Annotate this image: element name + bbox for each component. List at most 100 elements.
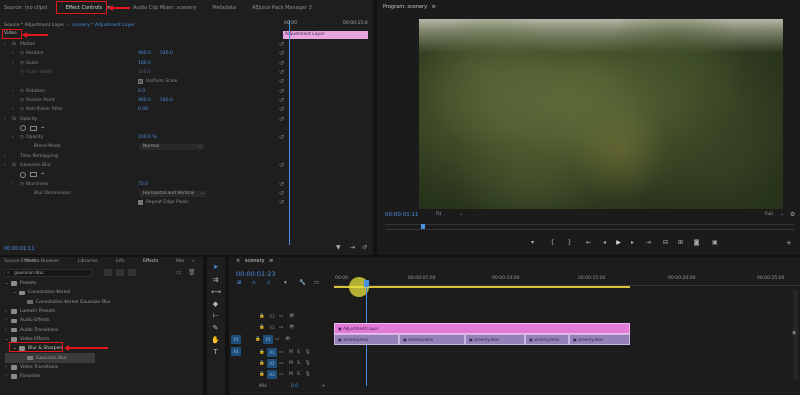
linked-selection-icon[interactable]: ⊃ [266, 280, 271, 286]
lock-icon[interactable]: 🔒 [255, 337, 263, 342]
tab-libraries[interactable]: Libraries [78, 259, 97, 264]
reset-icon[interactable]: ↺ [279, 106, 284, 113]
source-clip-label[interactable]: Source * Adjustment Layer [4, 23, 64, 28]
menu-icon[interactable]: ≡ [432, 4, 436, 10]
effects-search-input[interactable]: ⌕ gaussian blur [4, 269, 92, 277]
adjustment-layer-clip[interactable]: ▣ Adjustment Layer [334, 323, 630, 334]
microphone-icon[interactable]: 🎙 [305, 350, 311, 355]
lock-icon[interactable]: 🔒 [259, 350, 267, 355]
reset-icon[interactable]: ↺ [279, 199, 284, 206]
add-marker-icon[interactable]: ▾ [528, 239, 537, 246]
tree-item-audio-effects[interactable]: › Audio Effects [5, 316, 200, 325]
property-uniform-scale[interactable]: Uniform Scale ↺ [4, 77, 284, 86]
property-anti-flicker[interactable]: › ◷ Anti-flicker Filter 0.00 ↺ [4, 105, 284, 114]
sync-lock-icon[interactable]: ▭ [279, 314, 289, 319]
pen-mask-icon[interactable]: ✒ [41, 126, 45, 131]
selection-tool-icon[interactable]: ➤ [211, 263, 220, 272]
accelerated-effects-icon[interactable] [104, 269, 112, 276]
property-gaussian-blur[interactable]: › fx Gaussian Blur ↺ [4, 161, 284, 170]
timeline-timecode[interactable]: 00:00:01:23 [236, 270, 276, 278]
add-marker-icon[interactable]: ▾ [284, 280, 287, 286]
timeline-ruler[interactable] [333, 272, 800, 286]
sync-lock-icon[interactable]: ▭ [279, 325, 289, 330]
export-frame-icon[interactable]: ⇥ [350, 244, 355, 251]
blur-dimensions-dropdown[interactable]: Horizontal and Vertical ⌄ [140, 190, 206, 197]
close-icon[interactable]: × [236, 258, 240, 264]
property-motion[interactable]: › fx Motion ↺ [4, 40, 284, 49]
tab-markers[interactable]: Mar [176, 259, 185, 264]
full-quality-dropdown[interactable]: Full ⌄ [762, 212, 784, 218]
property-anchor-point[interactable]: ◷ Anchor Point 960.0 540.0 ↺ [4, 96, 284, 105]
export-frame-icon[interactable]: ◙ [692, 239, 701, 246]
reset-icon[interactable]: ↺ [279, 162, 284, 169]
property-rotation[interactable]: › ◷ Rotation 0.0 ↺ [4, 87, 284, 96]
tree-item-favorites[interactable]: › Favorites [5, 372, 200, 381]
video-clip-5[interactable]: ▣ scenery.mov [569, 334, 630, 345]
ellipse-mask-icon[interactable] [20, 125, 26, 132]
ripple-edit-icon[interactable]: ⟷ [211, 288, 221, 297]
repeat-edge-checkbox[interactable] [138, 200, 143, 206]
track-select-icon[interactable]: ⇉ [211, 276, 220, 285]
tree-item-convolution-kernel[interactable]: ⌄ Convolution Kernel [5, 288, 200, 297]
eye-icon[interactable]: 👁 [285, 337, 291, 342]
sync-lock-icon[interactable]: ▭ [279, 350, 289, 355]
mark-out-icon[interactable]: } [565, 239, 574, 246]
lock-icon[interactable]: 🔒 [259, 314, 267, 319]
ellipse-mask-icon[interactable] [20, 171, 26, 178]
filter-icon[interactable]: ▼ [336, 244, 341, 251]
reset-icon[interactable]: ↺ [279, 134, 284, 141]
comparison-view-icon[interactable]: ▣ [712, 239, 718, 246]
lock-icon[interactable]: 🔒 [259, 361, 267, 366]
go-to-out-icon[interactable]: ⇥ [644, 239, 653, 246]
tree-item-gaussian-blur[interactable]: Gaussian Blur [5, 353, 95, 363]
program-timecode[interactable]: 00:00:01:11 [385, 212, 419, 218]
tree-item-audio-transitions[interactable]: › Audio Transitions [5, 326, 200, 335]
tree-item-convolution-gaussian[interactable]: Convolution Kernel Gaussian Blur [5, 298, 200, 307]
property-scale[interactable]: › ◷ Scale 100.0 ↺ [4, 59, 284, 68]
property-opacity-group[interactable]: › fx Opacity ↺ [4, 114, 284, 123]
rectangle-mask-icon[interactable] [30, 125, 37, 131]
tab-info[interactable]: Info [116, 259, 125, 264]
razor-icon[interactable]: ◆ [211, 300, 220, 309]
property-time-remapping[interactable]: › Time Remapping [4, 152, 284, 161]
reset-icon[interactable]: ↺ [279, 97, 284, 104]
source-patch-a1[interactable]: A1 [231, 347, 241, 356]
go-to-in-icon[interactable]: ⇤ [584, 239, 593, 246]
sync-lock-icon[interactable]: ▭ [279, 361, 289, 366]
uniform-scale-checkbox[interactable] [138, 79, 143, 85]
video-clip-1[interactable]: ▣ scenery.mov [334, 334, 399, 345]
reset-icon[interactable]: ↺ [279, 60, 284, 67]
reset-icon[interactable]: ↺ [279, 181, 284, 188]
property-opacity[interactable]: › ◷ Opacity 100.0 % ↺ [4, 133, 284, 142]
extract-icon[interactable]: ⊞ [676, 239, 685, 246]
nest-icon[interactable]: ⊞ [237, 280, 242, 286]
snap-icon[interactable]: ∩ [252, 280, 256, 286]
reset-icon[interactable]: ↺ [279, 50, 284, 57]
lock-icon[interactable]: 🔒 [259, 325, 267, 330]
tab-aejuice[interactable]: AEJuice Pack Manager 3 [252, 5, 312, 11]
menu-icon[interactable]: ≡ [269, 258, 273, 264]
new-bin-icon[interactable]: ▭ [176, 269, 182, 276]
32bit-effects-icon[interactable] [116, 269, 124, 276]
property-repeat-edge-pixels[interactable]: Repeat Edge Pixels ↺ [4, 198, 284, 207]
ec-timecode[interactable]: 00:00:01:11 [4, 246, 35, 252]
captions-icon[interactable]: ▭ [314, 280, 319, 286]
yuv-effects-icon[interactable] [128, 269, 136, 276]
type-icon[interactable]: T [211, 348, 220, 357]
reset-icon[interactable]: ↺ [279, 190, 284, 197]
tab-audio-clip-mixer[interactable]: Audio Clip Mixer: scenery [133, 5, 196, 11]
sequence-clip-label[interactable]: scenery * Adjustment Layer [72, 23, 135, 28]
microphone-icon[interactable]: 🎙 [305, 361, 311, 366]
sync-lock-icon[interactable]: ▭ [275, 337, 285, 342]
add-button-icon[interactable]: + [786, 239, 792, 247]
loop-icon[interactable]: ↺ [362, 244, 367, 251]
tree-item-video-transitions[interactable]: › Video Transitions [5, 363, 200, 372]
lift-icon[interactable]: ⊟ [661, 239, 670, 246]
timeline-title[interactable]: × scenery ≡ [236, 258, 273, 264]
reset-icon[interactable]: ↺ [279, 78, 284, 85]
source-patch-v1[interactable]: V1 [231, 335, 241, 344]
timeline-settings-icon[interactable]: 🔧 [299, 280, 306, 286]
reset-icon[interactable]: ↺ [279, 41, 284, 48]
tree-item-lumetri-presets[interactable]: › Lumetri Presets [5, 307, 200, 316]
hand-icon[interactable]: ✋ [211, 336, 220, 345]
